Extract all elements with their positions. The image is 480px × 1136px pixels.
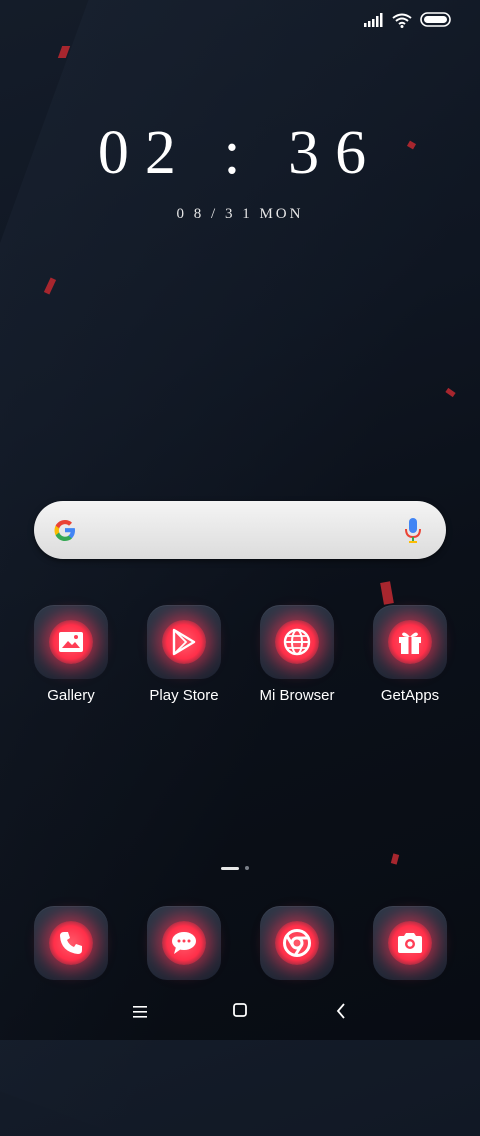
app-tile bbox=[147, 906, 221, 980]
back-chevron-icon[interactable] bbox=[336, 1003, 346, 1024]
app-mi-browser[interactable]: Mi Browser bbox=[241, 605, 353, 704]
status-bar bbox=[364, 12, 452, 33]
message-icon bbox=[162, 921, 206, 965]
wifi-icon bbox=[392, 13, 412, 33]
app-label: Gallery bbox=[47, 687, 95, 704]
dock-chrome[interactable] bbox=[241, 906, 353, 980]
signal-bars-icon bbox=[364, 13, 384, 32]
app-tile bbox=[373, 605, 447, 679]
camera-icon bbox=[388, 921, 432, 965]
battery-icon bbox=[420, 12, 452, 33]
app-label: Mi Browser bbox=[259, 687, 335, 704]
page-dot bbox=[245, 866, 249, 870]
page-indicator bbox=[221, 866, 249, 870]
dock-camera[interactable] bbox=[354, 906, 466, 980]
menu-icon[interactable] bbox=[133, 1005, 147, 1023]
navigation-bar bbox=[0, 998, 480, 1026]
app-gallery[interactable]: Gallery bbox=[15, 605, 127, 704]
play-store-icon bbox=[162, 620, 206, 664]
wallpaper-shard bbox=[380, 581, 394, 605]
dock-phone[interactable] bbox=[15, 906, 127, 980]
microphone-icon[interactable] bbox=[404, 517, 422, 550]
app-label: GetApps bbox=[380, 687, 440, 704]
wallpaper-shard bbox=[390, 853, 400, 865]
app-tile bbox=[260, 906, 334, 980]
phone-icon bbox=[49, 921, 93, 965]
app-tile bbox=[260, 605, 334, 679]
app-tile bbox=[147, 605, 221, 679]
image-icon bbox=[49, 620, 93, 664]
dock-messages[interactable] bbox=[128, 906, 240, 980]
app-label: Play Store bbox=[149, 687, 219, 704]
wallpaper-shard bbox=[445, 387, 456, 398]
home-square-icon[interactable] bbox=[233, 1003, 247, 1022]
google-g-icon bbox=[51, 516, 79, 549]
app-tile bbox=[34, 906, 108, 980]
page-dot-current bbox=[221, 866, 239, 870]
clock-time[interactable]: 02 : 36 bbox=[0, 118, 480, 189]
globe-icon bbox=[275, 620, 319, 664]
chrome-icon bbox=[275, 921, 319, 965]
google-search-bar[interactable] bbox=[34, 501, 446, 559]
app-play-store[interactable]: Play Store bbox=[128, 605, 240, 704]
app-tile bbox=[373, 906, 447, 980]
app-getapps[interactable]: GetApps bbox=[354, 605, 466, 704]
app-tile bbox=[34, 605, 108, 679]
gift-icon bbox=[388, 620, 432, 664]
clock-date[interactable]: 0 8 / 3 1 MON bbox=[0, 206, 480, 223]
